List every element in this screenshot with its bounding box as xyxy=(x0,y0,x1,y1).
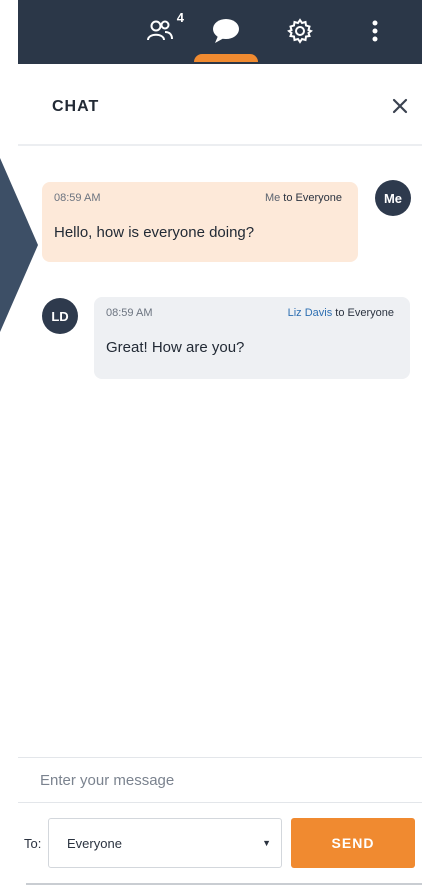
chat-icon xyxy=(213,19,239,43)
message-bubble-me: 08:59 AM Me to Everyone Hello, how is ev… xyxy=(42,182,358,262)
to-label: To: xyxy=(24,836,42,851)
more-vertical-icon xyxy=(372,20,378,42)
close-icon xyxy=(392,98,408,114)
avatar: Me xyxy=(375,180,411,216)
left-pointer-decoration xyxy=(0,158,38,332)
message-sender[interactable]: Liz Davis xyxy=(288,307,333,319)
message-input-area xyxy=(18,757,422,803)
participants-button[interactable]: 4 xyxy=(138,10,184,48)
message-text: Hello, how is everyone doing? xyxy=(54,224,255,241)
message-recipient: to Everyone xyxy=(283,192,342,204)
message-text: Great! How are you? xyxy=(106,339,245,356)
message-time: 08:59 AM xyxy=(54,192,101,204)
top-toolbar: 4 xyxy=(18,0,422,64)
active-tab-indicator xyxy=(194,54,258,62)
more-options-button[interactable] xyxy=(364,14,386,48)
participants-count-badge: 4 xyxy=(176,10,184,25)
dropdown-arrow-icon: ▼ xyxy=(262,838,271,848)
divider xyxy=(26,883,422,885)
recipient-select[interactable]: Everyone ▼ xyxy=(48,818,282,868)
recipient-value: Everyone xyxy=(67,836,122,851)
message-meta: Liz Davis to Everyone xyxy=(288,307,394,319)
message-bubble-other: 08:59 AM Liz Davis to Everyone Great! Ho… xyxy=(94,297,410,379)
message-time: 08:59 AM xyxy=(106,307,153,319)
chat-tab[interactable] xyxy=(206,14,246,48)
participants-icon xyxy=(147,20,173,41)
chat-header: CHAT xyxy=(18,64,422,146)
chat-title: CHAT xyxy=(52,98,100,115)
settings-button[interactable] xyxy=(284,14,316,48)
message-meta: Me to Everyone xyxy=(265,192,342,204)
message-sender: Me xyxy=(264,192,281,204)
avatar: LD xyxy=(42,298,78,334)
message-input[interactable] xyxy=(18,758,422,802)
send-button[interactable]: SEND xyxy=(291,818,415,868)
message-recipient: to Everyone xyxy=(335,307,394,319)
gear-icon xyxy=(287,18,313,44)
close-chat-button[interactable] xyxy=(388,94,412,118)
